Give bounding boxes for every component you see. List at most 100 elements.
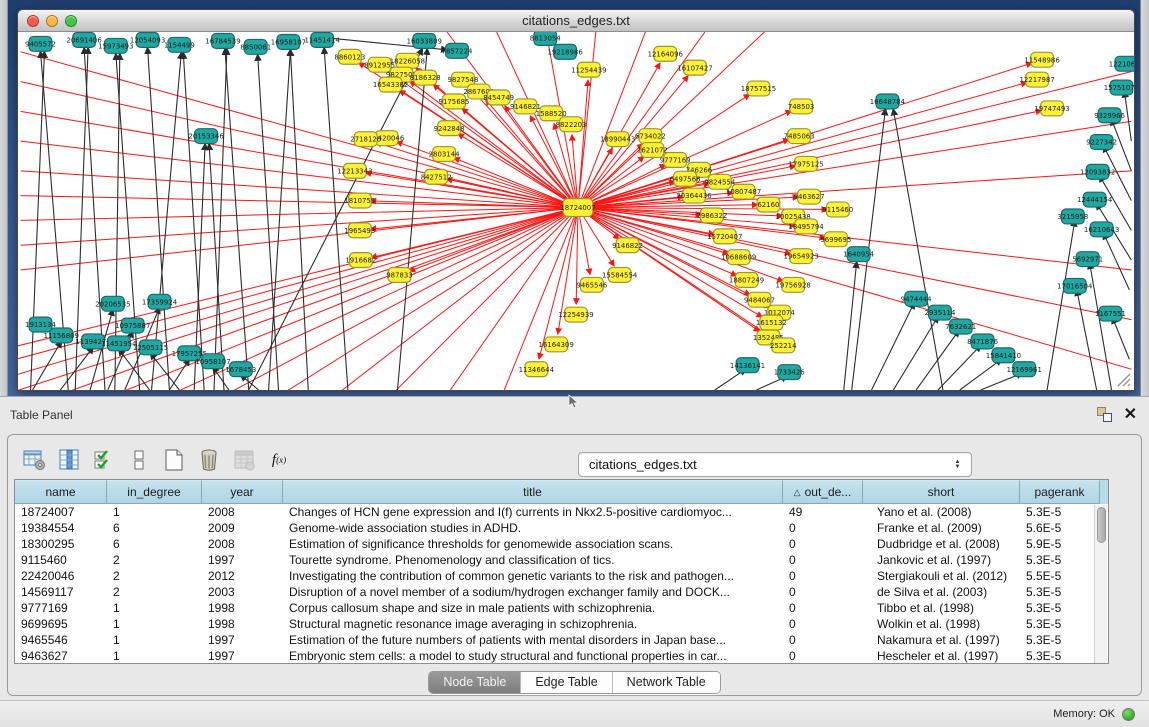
cell-name[interactable]: 22420046: [15, 568, 107, 584]
column-header-short[interactable]: short: [863, 480, 1020, 504]
cell-name[interactable]: 9777169: [15, 600, 107, 616]
cell-pagerank[interactable]: 5.6E-5: [1020, 520, 1100, 536]
table-row[interactable]: 946554611997Estimation of the future num…: [15, 632, 1108, 648]
cell-name[interactable]: 9699695: [15, 616, 107, 632]
cell-out-de-[interactable]: 0: [783, 648, 863, 664]
cell-title[interactable]: Estimation of the future numbers of pati…: [283, 632, 783, 648]
cell-year[interactable]: 2012: [202, 568, 283, 584]
table-selector-dropdown[interactable]: citations_edges.txt ▲▼: [578, 452, 972, 477]
column-header-out-de-[interactable]: △out_de...: [783, 480, 863, 504]
cell-year[interactable]: 2008: [202, 504, 283, 520]
table-scrollbar-thumb[interactable]: [1097, 507, 1106, 543]
cell-in-degree[interactable]: 2: [107, 552, 202, 568]
memory-ok-indicator-icon[interactable]: [1122, 708, 1135, 721]
cell-pagerank[interactable]: 5.3E-5: [1020, 616, 1100, 632]
show-columns-icon[interactable]: [57, 448, 81, 472]
cell-pagerank[interactable]: 5.3E-5: [1020, 632, 1100, 648]
column-header-name[interactable]: name: [15, 480, 107, 504]
cell-short[interactable]: Dudbridge et al. (2008): [863, 536, 1020, 552]
column-header-in-degree[interactable]: in_degree: [107, 480, 202, 504]
cell-year[interactable]: 1998: [202, 600, 283, 616]
cell-pagerank[interactable]: 5.5E-5: [1020, 568, 1100, 584]
cell-in-degree[interactable]: 6: [107, 520, 202, 536]
cell-short[interactable]: Jankovic et al. (1997): [863, 552, 1020, 568]
close-panel-icon[interactable]: ✕: [1124, 408, 1137, 422]
cell-short[interactable]: de Silva et al. (2003): [863, 584, 1020, 600]
cell-out-de-[interactable]: 0: [783, 536, 863, 552]
cell-out-de-[interactable]: 0: [783, 600, 863, 616]
tab-node-table[interactable]: Node Table: [429, 672, 521, 693]
column-header-pagerank[interactable]: pagerank: [1020, 480, 1100, 504]
cell-pagerank[interactable]: 5.3E-5: [1020, 648, 1100, 664]
cell-year[interactable]: 1998: [202, 616, 283, 632]
import-table-icon[interactable]: [232, 448, 256, 472]
cell-pagerank[interactable]: 5.3E-5: [1020, 504, 1100, 520]
dropdown-stepper-icon[interactable]: ▲▼: [952, 457, 963, 473]
table-row[interactable]: 1456911722003Disruption of a novel membe…: [15, 584, 1108, 600]
network-window[interactable]: citations_edges.txt 88601238912955182260…: [17, 9, 1135, 391]
cell-short[interactable]: Yano et al. (2008): [863, 504, 1020, 520]
cell-year[interactable]: 2008: [202, 536, 283, 552]
table-row[interactable]: 946362711997Embryonic stem cells: a mode…: [15, 648, 1108, 664]
cell-pagerank[interactable]: 5.9E-5: [1020, 536, 1100, 552]
cell-title[interactable]: Investigating the contribution of common…: [283, 568, 783, 584]
function-builder-icon[interactable]: f(x): [267, 448, 291, 472]
cell-name[interactable]: 9115460: [15, 552, 107, 568]
cell-name[interactable]: 9465546: [15, 632, 107, 648]
cell-name[interactable]: 18724007: [15, 504, 107, 520]
cell-in-degree[interactable]: 1: [107, 616, 202, 632]
cell-in-degree[interactable]: 1: [107, 600, 202, 616]
cell-pagerank[interactable]: 5.3E-5: [1020, 552, 1100, 568]
cell-title[interactable]: Tourette syndrome. Phenomenology and cla…: [283, 552, 783, 568]
cell-in-degree[interactable]: 2: [107, 568, 202, 584]
cell-title[interactable]: Corpus callosum shape and size in male p…: [283, 600, 783, 616]
cell-short[interactable]: Nakamura et al. (1997): [863, 632, 1020, 648]
cell-year[interactable]: 2009: [202, 520, 283, 536]
cell-short[interactable]: Tibbo et al. (1998): [863, 600, 1020, 616]
table-scrollbar[interactable]: [1094, 505, 1107, 663]
cell-short[interactable]: Wolkin et al. (1998): [863, 616, 1020, 632]
table-row[interactable]: 977716911998Corpus callosum shape and si…: [15, 600, 1108, 616]
cell-in-degree[interactable]: 1: [107, 632, 202, 648]
table-row[interactable]: 1938455462009Genome-wide association stu…: [15, 520, 1108, 536]
cell-in-degree[interactable]: 2: [107, 584, 202, 600]
cell-year[interactable]: 1997: [202, 648, 283, 664]
cell-out-de-[interactable]: 0: [783, 552, 863, 568]
unselect-all-rows-icon[interactable]: [127, 448, 151, 472]
cell-title[interactable]: Structural magnetic resonance image aver…: [283, 616, 783, 632]
column-header-year[interactable]: year: [202, 480, 283, 504]
column-header-title[interactable]: title: [283, 480, 783, 504]
cell-out-de-[interactable]: 0: [783, 616, 863, 632]
cell-out-de-[interactable]: 0: [783, 568, 863, 584]
cell-out-de-[interactable]: 0: [783, 520, 863, 536]
cell-year[interactable]: 1997: [202, 552, 283, 568]
cell-year[interactable]: 2003: [202, 584, 283, 600]
cell-title[interactable]: Embryonic stem cells: a model to study s…: [283, 648, 783, 664]
table-row[interactable]: 1872400712008Changes of HCN gene express…: [15, 504, 1108, 520]
cell-title[interactable]: Genome-wide association studies in ADHD.: [283, 520, 783, 536]
resize-grip-icon[interactable]: [1114, 370, 1132, 388]
cell-out-de-[interactable]: 0: [783, 584, 863, 600]
cell-title[interactable]: Estimation of significance thresholds fo…: [283, 536, 783, 552]
table-row[interactable]: 969969511998Structural magnetic resonanc…: [15, 616, 1108, 632]
cell-name[interactable]: 19384554: [15, 520, 107, 536]
table-row[interactable]: 2242004622012Investigating the contribut…: [15, 568, 1108, 584]
cell-short[interactable]: Stergiakouli et al. (2012): [863, 568, 1020, 584]
table-settings-icon[interactable]: [22, 448, 46, 472]
tab-network-table[interactable]: Network Table: [613, 672, 720, 693]
cell-in-degree[interactable]: 1: [107, 648, 202, 664]
cell-short[interactable]: Hescheler et al. (1997): [863, 648, 1020, 664]
citation-graph[interactable]: 8860123891295518226058982750316543382818…: [18, 32, 1134, 390]
cell-name[interactable]: 14569117: [15, 584, 107, 600]
cell-out-de-[interactable]: 0: [783, 632, 863, 648]
cell-title[interactable]: Changes of HCN gene expression and I(f) …: [283, 504, 783, 520]
cell-pagerank[interactable]: 5.3E-5: [1020, 600, 1100, 616]
network-canvas[interactable]: 8860123891295518226058982750316543382818…: [18, 32, 1134, 390]
table-row[interactable]: 1830029562008Estimation of significance …: [15, 536, 1108, 552]
cell-title[interactable]: Disruption of a novel member of a sodium…: [283, 584, 783, 600]
cell-pagerank[interactable]: 5.3E-5: [1020, 584, 1100, 600]
delete-table-icon[interactable]: [197, 448, 221, 472]
cell-name[interactable]: 9463627: [15, 648, 107, 664]
cell-in-degree[interactable]: 1: [107, 504, 202, 520]
tab-edge-table[interactable]: Edge Table: [521, 672, 612, 693]
